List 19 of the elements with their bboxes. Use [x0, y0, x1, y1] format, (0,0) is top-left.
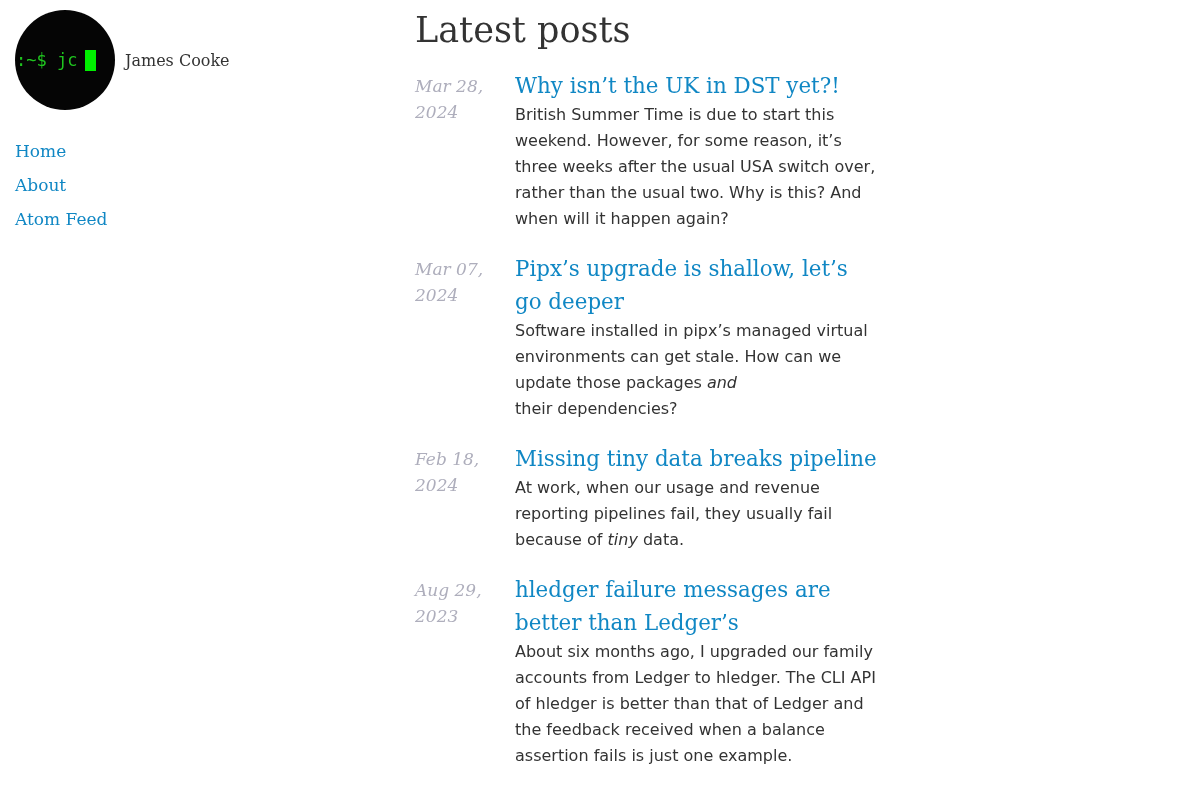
nav-link[interactable]: About [15, 173, 67, 197]
post-date: Mar 28, 2024 [415, 75, 485, 124]
post-summary: About six months ago, I upgraded our family accounts from Ledger to hledger. The CLI API of hledger is better than that of Ledger and the feedback received when a balance assertion fails is just one example. [515, 641, 877, 767]
post-date: Aug 29, 2023 [415, 579, 483, 628]
logo-prompt-text: :~$ jc [16, 50, 78, 70]
author-name: James Cooke [125, 50, 230, 70]
nav-link[interactable]: Home [15, 139, 67, 163]
post-date: Mar 07, 2024 [415, 258, 485, 307]
nav-link[interactable]: Atom Feed [15, 207, 108, 231]
post-summary: At work, when our usage and revenue reporting pipelines fail, they usually fail because of tiny data. [515, 477, 834, 551]
post-title-link[interactable]: Pipx’s upgrade is shallow, let’s go deeper [515, 252, 879, 318]
post-summary: British Summer Time is due to start this weekend. However, for some reason, it’s three weeks after the usual USA switch over, rather than the usual two. Why is this? And when will it happen again? [515, 104, 877, 230]
post-title-link[interactable]: Why isn’t the UK in DST yet?! [515, 69, 840, 102]
cursor-icon [85, 49, 97, 71]
post-title-link[interactable]: Missing tiny data breaks pipeline [515, 442, 877, 475]
post-summary: Software installed in pipx’s managed virtual environments can get stale. How can we update those packages and their dependencies? [515, 320, 869, 420]
page-heading: Latest posts [415, 9, 631, 51]
post-date: Feb 18, 2024 [415, 448, 481, 497]
post-title-link[interactable]: hledger failure messages are better than Ledger’s [515, 573, 879, 639]
